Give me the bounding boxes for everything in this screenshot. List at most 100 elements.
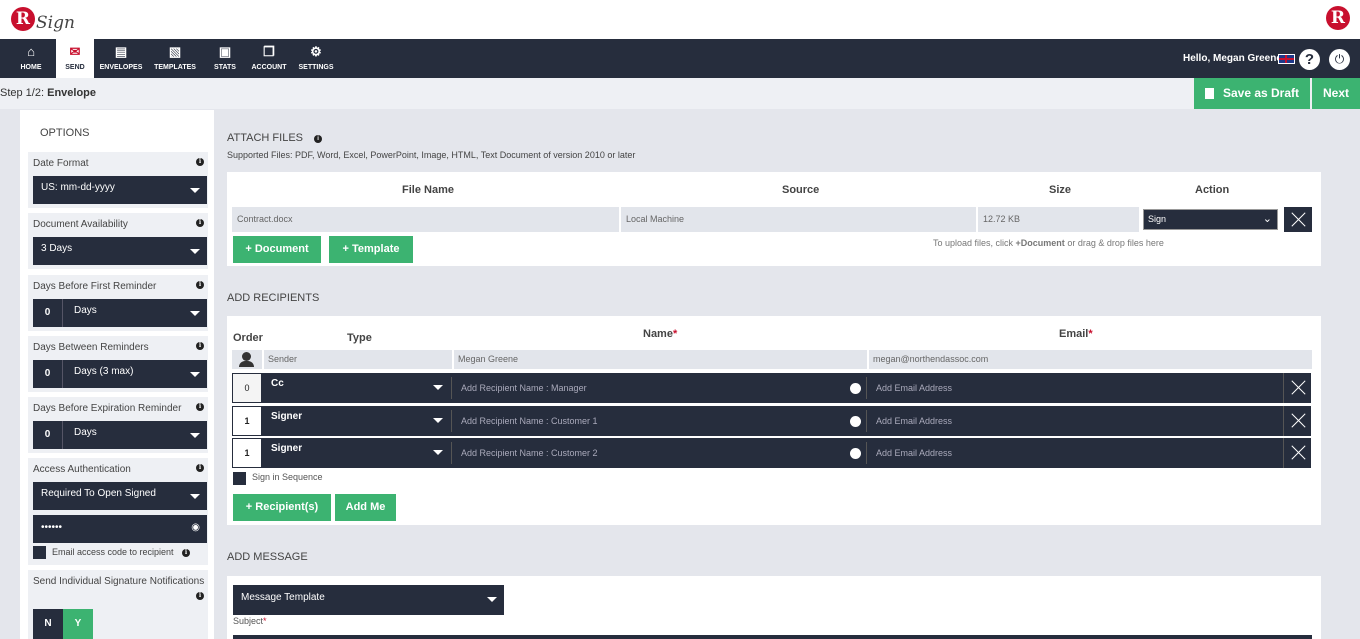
contact-icon[interactable] (850, 383, 861, 394)
between-reminders-number[interactable]: 0 (33, 360, 63, 388)
file-action-value: Sign (1148, 214, 1167, 224)
recipient-row: 1 Signer Add Recipient Name : Customer 2… (232, 438, 1311, 468)
nav-settings[interactable]: ⚙ SETTINGS (296, 39, 336, 78)
contact-icon[interactable] (850, 448, 861, 459)
col-type: Type (347, 332, 372, 344)
nav-home[interactable]: ⌂ HOME (12, 39, 50, 78)
sign-in-sequence-label: Sign in Sequence (252, 472, 323, 482)
recipient-type-select[interactable]: Cc (264, 373, 450, 403)
message-template-value: Message Template (241, 592, 325, 603)
recipient-type-select[interactable]: Signer (264, 406, 450, 436)
expiration-reminder-select[interactable]: 0 Days (33, 421, 207, 449)
nav-send[interactable]: ✉ SEND (56, 39, 94, 78)
access-auth-value: Required To Open Signed (41, 488, 156, 499)
add-recipients-button[interactable]: + Recipient(s) (233, 494, 331, 521)
info-icon[interactable]: i (196, 403, 204, 411)
between-reminders-select[interactable]: 0 Days (3 max) (33, 360, 207, 388)
sender-type-cell: Sender (264, 350, 452, 369)
nav-settings-label: SETTINGS (298, 64, 334, 71)
chevron-down-icon (190, 311, 200, 316)
remove-recipient-button[interactable] (1283, 406, 1311, 436)
required-mark: * (263, 616, 267, 626)
recipient-name-input[interactable]: Add Recipient Name : Manager (452, 373, 865, 403)
password-mask: •••••• (41, 522, 63, 533)
hint-prefix: To upload files, click (933, 238, 1016, 248)
divider (451, 442, 452, 464)
add-document-button[interactable]: + Document (233, 236, 321, 263)
email-code-checkbox[interactable] (33, 546, 46, 559)
nav-account[interactable]: ❐ ACCOUNT (248, 39, 290, 78)
add-template-button[interactable]: + Template (329, 236, 413, 263)
sign-in-sequence-checkbox[interactable] (233, 472, 246, 485)
chevron-down-icon (433, 418, 443, 423)
info-icon[interactable]: i (196, 464, 204, 472)
eye-icon[interactable]: ◉ (191, 522, 200, 533)
recipient-name-placeholder: Add Recipient Name : Customer 2 (461, 448, 598, 458)
recipient-row: 0 Cc Add Recipient Name : Manager Add Em… (232, 373, 1311, 403)
contact-icon[interactable] (850, 416, 861, 427)
next-button[interactable]: Next (1312, 78, 1360, 109)
attach-files-card: File Name Source Size Action Contract.do… (227, 172, 1321, 266)
uk-flag-icon[interactable] (1278, 54, 1295, 64)
recipient-email-input[interactable]: Add Email Address (867, 438, 1281, 468)
sender-name-cell: Megan Greene (454, 350, 867, 369)
nav-templates[interactable]: ▧ TEMPLATES (152, 39, 198, 78)
add-me-button[interactable]: Add Me (335, 494, 396, 521)
first-reminder-number[interactable]: 0 (33, 299, 63, 327)
first-reminder-select[interactable]: 0 Days (33, 299, 207, 327)
recipient-email-input[interactable]: Add Email Address (867, 406, 1281, 436)
recipient-name-input[interactable]: Add Recipient Name : Customer 1 (452, 406, 865, 436)
remove-recipient-button[interactable] (1283, 373, 1311, 403)
file-name-cell: Contract.docx (232, 207, 619, 232)
recipient-order-input[interactable]: 1 (232, 438, 262, 468)
col-email-text: Email (1059, 328, 1089, 340)
notifications-yes-toggle[interactable]: Y (63, 609, 93, 639)
info-icon[interactable]: i (196, 219, 204, 227)
remove-recipient-button[interactable] (1283, 438, 1311, 468)
date-format-select[interactable]: US: mm-dd-yyyy (33, 176, 207, 204)
supported-files-note: Supported Files: PDF, Word, Excel, Power… (227, 150, 636, 160)
col-source: Source (782, 184, 820, 196)
info-icon[interactable]: i (196, 281, 204, 289)
sender-email-cell: megan@northendassoc.com (869, 350, 1312, 369)
recipient-order-input[interactable]: 0 (232, 373, 262, 403)
chevron-down-icon (190, 372, 200, 377)
file-action-select[interactable]: Sign ⌄ (1143, 209, 1278, 230)
power-icon[interactable]: ⏻ (1329, 49, 1350, 70)
close-icon (1291, 380, 1306, 395)
recipient-name-input[interactable]: Add Recipient Name : Customer 2 (452, 438, 865, 468)
info-icon[interactable]: i (314, 135, 323, 143)
info-icon[interactable]: i (196, 158, 204, 166)
recipient-type-value: Signer (271, 411, 303, 422)
info-icon[interactable]: i (196, 342, 204, 350)
step-prefix: Step 1/2: (0, 87, 45, 99)
chevron-down-icon (487, 597, 497, 602)
remove-file-button[interactable] (1284, 207, 1312, 232)
help-icon[interactable]: ? (1299, 49, 1320, 70)
recipient-type-select[interactable]: Signer (264, 438, 450, 468)
notifications-no-toggle[interactable]: N (33, 609, 63, 639)
access-password-input[interactable]: •••••• ◉ (33, 515, 207, 543)
info-icon[interactable]: i (196, 592, 204, 600)
message-template-select[interactable]: Message Template (233, 585, 504, 615)
recipient-email-input[interactable]: Add Email Address (867, 373, 1281, 403)
home-icon: ⌂ (27, 44, 35, 59)
recipient-type-value: Signer (271, 443, 303, 454)
col-name: Name* (643, 328, 677, 340)
nav-envelopes-label: ENVELOPES (99, 64, 143, 71)
expiration-reminder-number[interactable]: 0 (33, 421, 63, 449)
nav-stats[interactable]: ▣ STATS (206, 39, 244, 78)
info-icon[interactable]: i (182, 549, 190, 557)
subject-label-text: Subject (233, 616, 264, 626)
availability-select[interactable]: 3 Days (33, 237, 207, 265)
envelope-icon: ✉ (69, 44, 81, 59)
recipient-order-input[interactable]: 1 (232, 406, 262, 436)
access-auth-select[interactable]: Required To Open Signed (33, 482, 207, 510)
divider (451, 410, 452, 432)
subject-input[interactable] (233, 635, 1312, 639)
save-draft-button[interactable]: Save as Draft (1194, 78, 1310, 109)
nav-envelopes[interactable]: ▤ ENVELOPES (98, 39, 144, 78)
step-bar: Step 1/2: Envelope Save as Draft Next (0, 78, 1360, 109)
col-email: Email* (1059, 328, 1093, 340)
first-reminder-unit: Days (74, 305, 97, 316)
